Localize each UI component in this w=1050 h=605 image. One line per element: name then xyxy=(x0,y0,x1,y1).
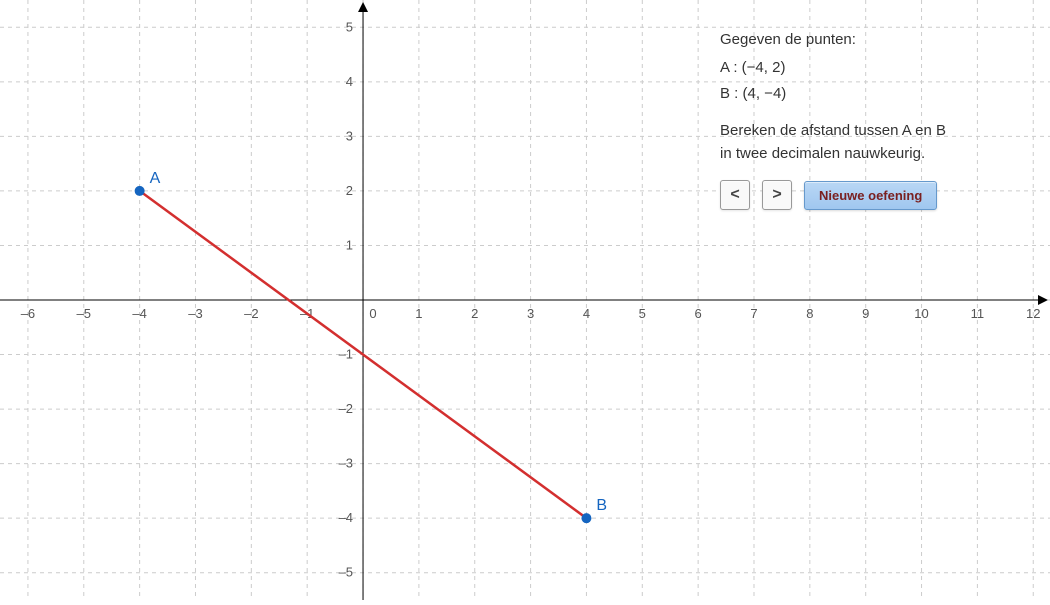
x-tick-label: 2 xyxy=(471,306,478,321)
x-tick-label: –5 xyxy=(77,306,91,321)
x-tick-label: 3 xyxy=(527,306,534,321)
x-tick-label: –2 xyxy=(244,306,258,321)
x-tick-label: –4 xyxy=(132,306,146,321)
info-panel: Gegeven de punten: A : (−4, 2) B : (4, −… xyxy=(720,28,946,165)
question-text: Bereken de afstand tussen A en B in twee… xyxy=(720,120,946,165)
prev-button[interactable]: < xyxy=(720,180,750,210)
y-tick-label: –3 xyxy=(339,456,353,471)
point-b[interactable] xyxy=(581,513,591,523)
controls-row: < > Nieuwe oefening xyxy=(720,180,937,210)
x-tick-label: 10 xyxy=(914,306,928,321)
point-label-a: A xyxy=(150,170,161,187)
point-b-coords: B : (4, −4) xyxy=(720,82,946,106)
y-tick-label: 4 xyxy=(346,74,353,89)
y-tick-label: 1 xyxy=(346,237,353,252)
given-label: Gegeven de punten: xyxy=(720,28,946,52)
x-tick-label: 5 xyxy=(639,306,646,321)
y-tick-label: 3 xyxy=(346,128,353,143)
y-tick-label: 5 xyxy=(346,19,353,34)
y-tick-label: –2 xyxy=(339,401,353,416)
x-tick-label: 12 xyxy=(1026,306,1040,321)
x-tick-label: –3 xyxy=(188,306,202,321)
y-tick-label: –5 xyxy=(339,565,353,580)
point-a-coords: A : (−4, 2) xyxy=(720,56,946,80)
x-tick-label: 6 xyxy=(695,306,702,321)
y-tick-label: –1 xyxy=(339,347,353,362)
x-tick-label: 1 xyxy=(415,306,422,321)
x-tick-label: 4 xyxy=(583,306,590,321)
y-tick-label: 2 xyxy=(346,183,353,198)
y-tick-label: –4 xyxy=(339,510,353,525)
x-tick-label: 9 xyxy=(862,306,869,321)
point-a[interactable] xyxy=(135,186,145,196)
x-tick-label: –6 xyxy=(21,306,35,321)
x-tick-label: 11 xyxy=(971,306,985,321)
x-tick-label: 0 xyxy=(369,306,376,321)
point-label-b: B xyxy=(596,497,607,514)
next-button[interactable]: > xyxy=(762,180,792,210)
new-exercise-button[interactable]: Nieuwe oefening xyxy=(804,181,937,210)
x-tick-label: 7 xyxy=(750,306,757,321)
x-tick-label: 8 xyxy=(806,306,813,321)
